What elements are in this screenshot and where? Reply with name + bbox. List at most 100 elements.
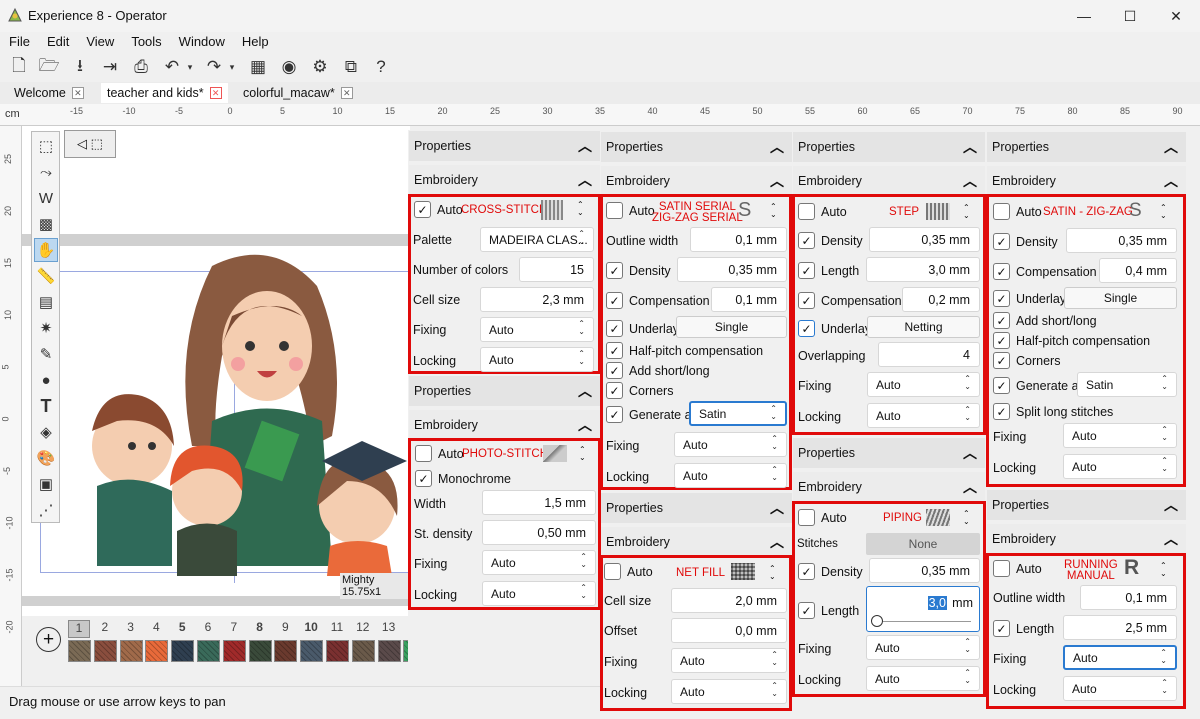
density-field[interactable]: 0,35 mm <box>869 227 980 252</box>
fixing-select[interactable]: Auto <box>480 317 594 342</box>
close-icon[interactable]: ✕ <box>340 87 353 99</box>
auto-checkbox[interactable] <box>606 202 623 219</box>
color-swatch[interactable] <box>248 640 272 662</box>
generate-as-checkbox[interactable]: ✓ <box>606 406 623 423</box>
properties-header[interactable]: Properties ︿ <box>987 490 1186 520</box>
length-field[interactable]: 3,0 <box>927 596 947 610</box>
color-swatch[interactable] <box>68 640 91 662</box>
embroidery-header[interactable]: Embroidery ︿ <box>601 166 792 196</box>
locking-select[interactable]: Auto <box>867 403 980 428</box>
collapse-icon[interactable]: ︿ <box>963 477 977 497</box>
auto-checkbox[interactable] <box>993 560 1010 577</box>
select-icon[interactable]: ⬚ <box>34 134 58 158</box>
cell-size-field[interactable]: 2,0 mm <box>671 588 787 613</box>
close-icon[interactable]: ✕ <box>71 87 84 99</box>
half-pitch-checkbox[interactable]: ✓ <box>606 342 623 359</box>
fill-stitch-icon[interactable]: ▤ <box>34 290 58 314</box>
generate-as-select[interactable]: Satin <box>689 401 787 426</box>
palette-select[interactable]: MADEIRA CLAS... <box>480 227 594 252</box>
palette-number[interactable]: 6 <box>197 620 219 638</box>
length-field[interactable]: 3,0 mm <box>866 257 980 282</box>
compensation-checkbox[interactable]: ✓ <box>606 292 623 309</box>
color-swatch[interactable] <box>145 640 169 662</box>
locking-select[interactable]: Auto <box>480 347 594 372</box>
density-field[interactable]: 0,35 mm <box>1066 228 1177 253</box>
properties-header[interactable]: Properties ︿ <box>601 132 792 162</box>
export-icon[interactable]: ⇥ <box>98 55 122 79</box>
spinner-icon[interactable]: ⌃ ⌄ <box>963 510 970 526</box>
palette-number[interactable]: 13 <box>378 620 400 638</box>
tab-teacher-and-kids[interactable]: teacher and kids* ✕ <box>101 83 228 103</box>
width-field[interactable]: 1,5 mm <box>482 490 596 515</box>
corners-checkbox[interactable]: ✓ <box>606 382 623 399</box>
length-field[interactable]: 2,5 mm <box>1063 615 1177 640</box>
collapse-icon[interactable]: ︿ <box>770 171 784 191</box>
pattern-icon[interactable]: ▩ <box>34 212 58 236</box>
spinner-icon[interactable]: ⌃ ⌄ <box>1160 204 1167 220</box>
redo-icon[interactable]: ↷ <box>202 55 226 79</box>
spinner-icon[interactable]: ⌃ ⌄ <box>770 203 777 219</box>
auto-checkbox[interactable] <box>798 509 815 526</box>
help-pointer-icon[interactable]: ? <box>369 55 393 79</box>
fixing-select[interactable]: Auto <box>1063 645 1177 670</box>
machine-icon[interactable]: ⚙ <box>308 55 332 79</box>
length-slider-handle[interactable] <box>871 615 883 627</box>
embroidery-header[interactable]: Embroidery ︿ <box>409 165 600 195</box>
auto-checkbox[interactable] <box>993 203 1010 220</box>
compensation-field[interactable]: 0,4 mm <box>1099 258 1177 283</box>
close-button[interactable]: ✕ <box>1153 0 1199 32</box>
collapse-icon[interactable]: ︿ <box>963 137 977 157</box>
compensation-field[interactable]: 0,2 mm <box>902 287 980 312</box>
auto-checkbox[interactable] <box>798 203 815 220</box>
length-checkbox[interactable]: ✓ <box>798 262 815 279</box>
menu-help[interactable]: Help <box>233 32 277 52</box>
underlay-button[interactable]: Netting <box>867 316 980 338</box>
locking-select[interactable]: Auto <box>482 581 596 606</box>
color-swatch[interactable] <box>197 640 220 662</box>
density-checkbox[interactable]: ✓ <box>798 563 815 580</box>
preview-icon[interactable]: ◉ <box>277 55 301 79</box>
underlay-button[interactable]: Single <box>676 316 787 338</box>
menu-edit[interactable]: Edit <box>38 32 77 52</box>
stitch-edit-icon[interactable]: W <box>34 186 58 210</box>
underlay-checkbox[interactable]: ✓ <box>798 320 815 337</box>
compensation-field[interactable]: 0,1 mm <box>711 287 787 312</box>
underlay-checkbox[interactable]: ✓ <box>606 320 623 337</box>
add-color-icon[interactable]: + <box>36 627 61 652</box>
palette-number[interactable]: 8 <box>249 620 271 638</box>
overlapping-field[interactable]: 4 <box>878 342 980 367</box>
measure-icon[interactable]: 📏 <box>34 264 58 288</box>
compensation-checkbox[interactable]: ✓ <box>993 263 1010 280</box>
auto-checkbox[interactable] <box>415 445 432 462</box>
corners-checkbox[interactable]: ✓ <box>993 352 1010 369</box>
monochrome-checkbox[interactable]: ✓ <box>415 470 432 487</box>
fixing-select[interactable]: Auto <box>866 635 980 660</box>
locking-select[interactable]: Auto <box>671 679 787 704</box>
color-swatch[interactable] <box>274 640 298 662</box>
density-checkbox[interactable]: ✓ <box>606 262 623 279</box>
length-slider-track[interactable] <box>877 621 971 622</box>
fixing-select[interactable]: Auto <box>671 648 787 673</box>
minimize-button[interactable]: — <box>1061 0 1107 32</box>
collapse-icon[interactable]: ︿ <box>770 137 784 157</box>
properties-header[interactable]: Properties ︿ <box>793 132 985 162</box>
design-canvas[interactable]: Mighty 15.75x1 <box>22 126 410 616</box>
color-swatch[interactable] <box>222 640 246 662</box>
frame-icon[interactable]: ▣ <box>34 472 58 496</box>
ellipse-icon[interactable]: ● <box>34 368 58 392</box>
tab-colorful-macaw[interactable]: colorful_macaw* ✕ <box>237 83 359 103</box>
shapes-icon[interactable]: ◈ <box>34 420 58 444</box>
back-arrow-button[interactable]: ◁ ⬚ <box>64 130 116 158</box>
collapse-icon[interactable]: ︿ <box>1164 495 1178 515</box>
palette-number[interactable]: 1 <box>68 620 90 638</box>
outline-width-field[interactable]: 0,1 mm <box>1080 585 1177 610</box>
fixing-select[interactable]: Auto <box>867 372 980 397</box>
length-checkbox[interactable]: ✓ <box>798 602 815 619</box>
locking-select[interactable]: Auto <box>674 463 787 488</box>
spinner-icon[interactable]: ⌃ ⌄ <box>579 446 586 462</box>
spinner-icon[interactable]: ⌃ ⌄ <box>963 204 970 220</box>
generate-as-select[interactable]: Satin <box>1077 372 1177 397</box>
undo-icon[interactable]: ↶ <box>160 55 184 79</box>
properties-header[interactable]: Properties ︿ <box>987 132 1186 162</box>
collapse-icon[interactable]: ︿ <box>770 532 784 552</box>
